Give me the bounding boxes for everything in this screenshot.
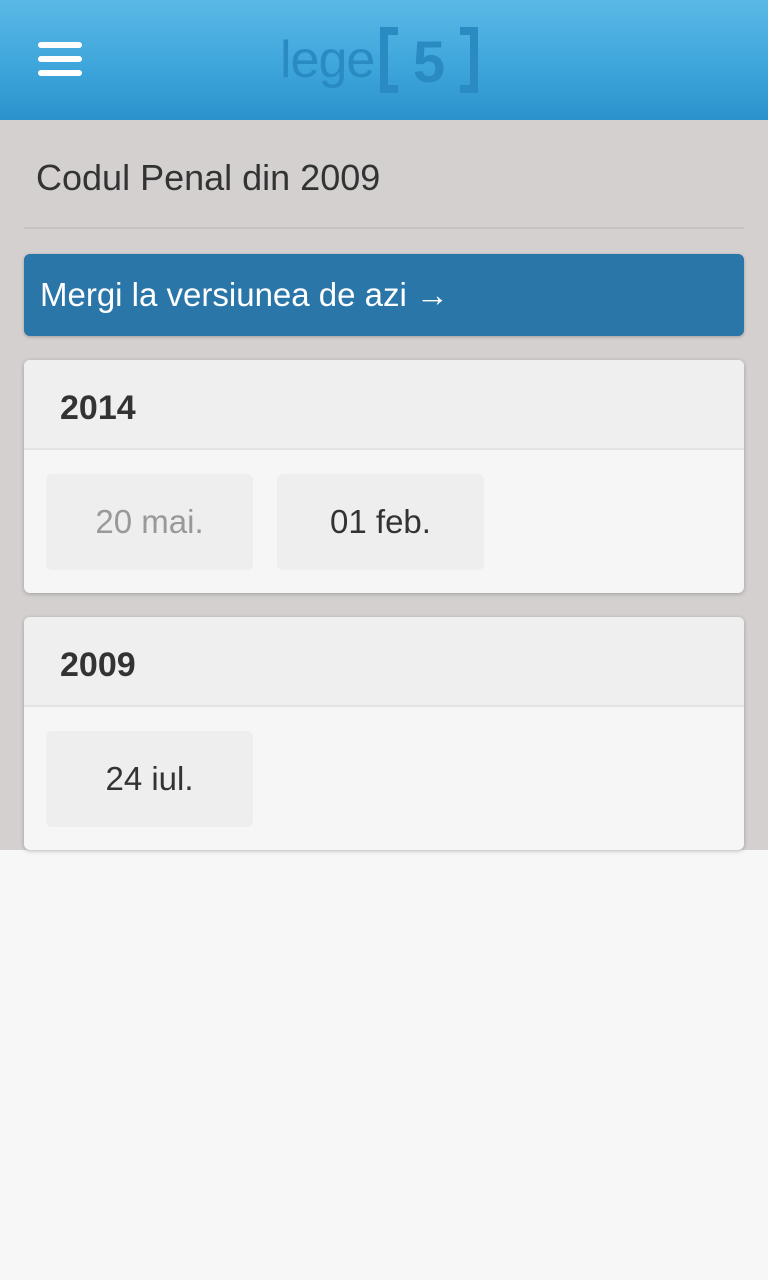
go-to-today-version-button[interactable]: Mergi la versiunea de azi → [24, 254, 744, 336]
logo-bracket-number: 5 [380, 27, 479, 93]
date-button-current[interactable]: 20 mai. [46, 474, 253, 570]
hamburger-menu-icon[interactable] [38, 42, 82, 76]
date-list: 24 iul. [24, 707, 744, 848]
lege5-logo[interactable]: lege 5 [280, 24, 479, 96]
year-card-2014: 2014 20 mai. 01 feb. [24, 360, 744, 593]
logo-word: lege [280, 31, 375, 89]
year-label: 2014 [60, 389, 136, 427]
year-header: 2009 [24, 617, 744, 707]
app-header: lege 5 [0, 0, 768, 120]
main-content: Codul Penal din 2009 Mergi la versiunea … [0, 120, 768, 850]
date-button[interactable]: 01 feb. [277, 474, 484, 570]
title-divider [24, 227, 744, 229]
logo-number: 5 [413, 30, 445, 93]
year-card-2009: 2009 24 iul. [24, 617, 744, 850]
page-title: Codul Penal din 2009 [36, 157, 381, 198]
date-list: 20 mai. 01 feb. [24, 450, 744, 591]
year-header: 2014 [24, 360, 744, 450]
date-button[interactable]: 24 iul. [46, 731, 253, 827]
year-label: 2009 [60, 646, 136, 684]
